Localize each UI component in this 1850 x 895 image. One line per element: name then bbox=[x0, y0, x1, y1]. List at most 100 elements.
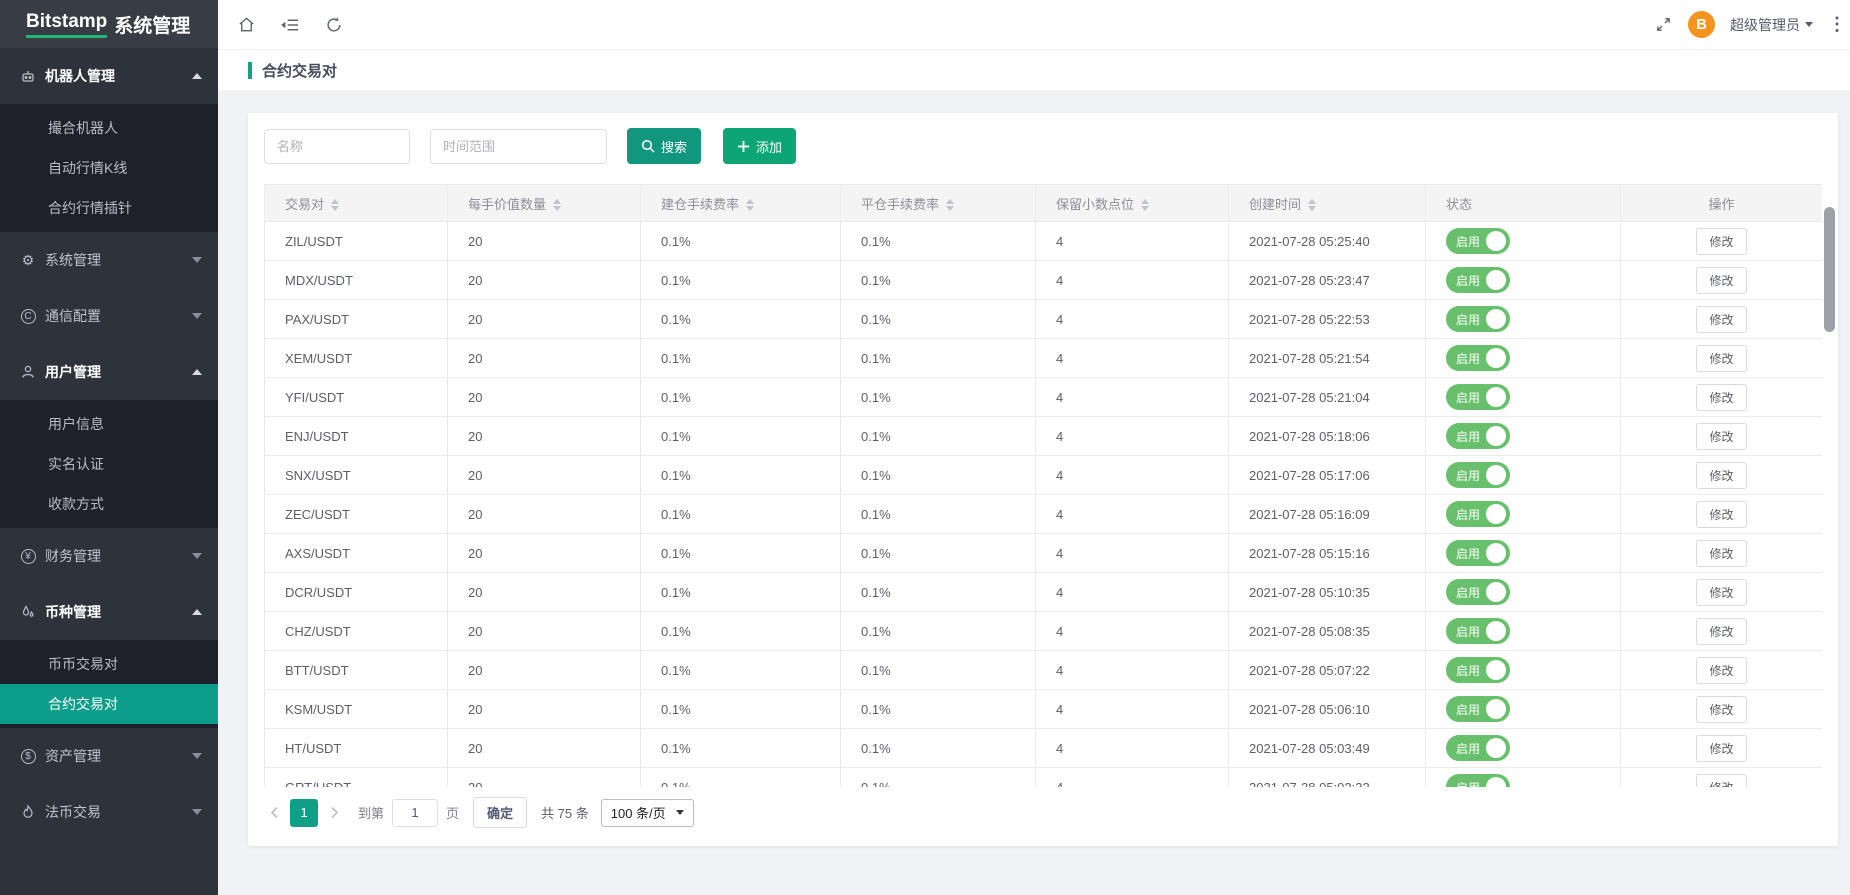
status-toggle[interactable]: 启用 bbox=[1446, 774, 1510, 787]
cell-action: 修改 bbox=[1621, 729, 1823, 768]
sidebar-item-contract-pairs[interactable]: 合约交易对 bbox=[0, 684, 218, 724]
sidebar-item-finance-management[interactable]: ¥ 财务管理 bbox=[0, 528, 218, 584]
sort-icon[interactable] bbox=[1141, 199, 1149, 211]
cell-value: 20 bbox=[448, 261, 641, 300]
cell-pair: PAX/USDT bbox=[265, 300, 448, 339]
status-toggle[interactable]: 启用 bbox=[1446, 423, 1510, 449]
edit-button[interactable]: 修改 bbox=[1696, 228, 1746, 255]
edit-button[interactable]: 修改 bbox=[1696, 501, 1746, 528]
edit-button[interactable]: 修改 bbox=[1696, 462, 1746, 489]
status-toggle[interactable]: 启用 bbox=[1446, 306, 1510, 332]
col-header-open-fee[interactable]: 建仓手续费率 bbox=[641, 185, 841, 222]
status-toggle[interactable]: 启用 bbox=[1446, 228, 1510, 254]
sidebar-item-robot-management[interactable]: 机器人管理 bbox=[0, 48, 218, 104]
sidebar-item-contract-pin[interactable]: 合约行情插针 bbox=[0, 188, 218, 228]
page-number-1[interactable]: 1 bbox=[290, 799, 318, 827]
toggle-knob bbox=[1486, 621, 1506, 641]
edit-button[interactable]: 修改 bbox=[1696, 267, 1746, 294]
sort-icon[interactable] bbox=[331, 199, 339, 211]
home-icon[interactable] bbox=[236, 15, 256, 35]
sidebar-item-user-management[interactable]: 用户管理 bbox=[0, 344, 218, 400]
edit-button[interactable]: 修改 bbox=[1696, 384, 1746, 411]
col-header-pair[interactable]: 交易对 bbox=[265, 185, 448, 222]
status-toggle[interactable]: 启用 bbox=[1446, 735, 1510, 761]
fullscreen-icon[interactable] bbox=[1653, 15, 1673, 35]
status-toggle[interactable]: 启用 bbox=[1446, 345, 1510, 371]
cell-created: 2021-07-28 05:08:35 bbox=[1229, 612, 1426, 651]
user-name: 超级管理员 bbox=[1730, 15, 1800, 35]
submenu-item-label: 自动行情K线 bbox=[48, 158, 127, 178]
goto-page-input[interactable] bbox=[392, 799, 438, 827]
dollar-circle-icon: $ bbox=[20, 748, 36, 764]
edit-button[interactable]: 修改 bbox=[1696, 696, 1746, 723]
sidebar-item-fiat-trading[interactable]: 法币交易 bbox=[0, 784, 218, 840]
cell-decimals: 4 bbox=[1036, 417, 1229, 456]
status-toggle[interactable]: 启用 bbox=[1446, 267, 1510, 293]
sort-icon[interactable] bbox=[553, 199, 561, 211]
prev-page-button[interactable] bbox=[264, 799, 284, 827]
edit-button[interactable]: 修改 bbox=[1696, 774, 1746, 788]
col-header-created[interactable]: 创建时间 bbox=[1229, 185, 1426, 222]
add-button[interactable]: 添加 bbox=[723, 128, 796, 164]
cell-action: 修改 bbox=[1621, 768, 1823, 788]
confirm-button[interactable]: 确定 bbox=[473, 797, 527, 828]
sort-icon[interactable] bbox=[746, 199, 754, 211]
sidebar-item-spot-pairs[interactable]: 币币交易对 bbox=[0, 644, 218, 684]
collapse-menu-icon[interactable] bbox=[280, 15, 300, 35]
bitcoin-icon: B bbox=[1696, 16, 1707, 33]
col-header-value[interactable]: 每手价值数量 bbox=[448, 185, 641, 222]
cell-open-fee: 0.1% bbox=[641, 651, 841, 690]
col-header-close-fee[interactable]: 平仓手续费率 bbox=[841, 185, 1036, 222]
toggle-knob bbox=[1486, 504, 1506, 524]
page-size-select[interactable]: 100 条/页 bbox=[601, 799, 694, 827]
edit-button[interactable]: 修改 bbox=[1696, 618, 1746, 645]
cell-action: 修改 bbox=[1621, 573, 1823, 612]
sidebar-item-kyc[interactable]: 实名认证 bbox=[0, 444, 218, 484]
app-logo: Bitstamp 系统管理 bbox=[0, 0, 218, 48]
name-input[interactable] bbox=[264, 129, 410, 164]
sidebar-item-system-management[interactable]: ⚙ 系统管理 bbox=[0, 232, 218, 288]
cell-status: 启用 bbox=[1426, 534, 1621, 573]
status-toggle[interactable]: 启用 bbox=[1446, 501, 1510, 527]
status-toggle[interactable]: 启用 bbox=[1446, 657, 1510, 683]
cell-open-fee: 0.1% bbox=[641, 261, 841, 300]
submenu-item-label: 撮合机器人 bbox=[48, 118, 118, 138]
goto-label: 到第 bbox=[358, 803, 384, 822]
search-button[interactable]: 搜索 bbox=[627, 128, 701, 164]
sort-icon[interactable] bbox=[1308, 199, 1316, 211]
more-menu-icon[interactable]: ⋮ bbox=[1828, 14, 1846, 35]
sidebar-item-asset-management[interactable]: $ 资产管理 bbox=[0, 728, 218, 784]
sidebar-item-user-info[interactable]: 用户信息 bbox=[0, 404, 218, 444]
edit-button[interactable]: 修改 bbox=[1696, 540, 1746, 567]
sidebar-item-communication-config[interactable]: C 通信配置 bbox=[0, 288, 218, 344]
time-range-input[interactable] bbox=[430, 129, 607, 164]
next-page-button[interactable] bbox=[324, 799, 344, 827]
content: 搜索 添加 bbox=[218, 90, 1850, 895]
status-toggle[interactable]: 启用 bbox=[1446, 384, 1510, 410]
status-toggle[interactable]: 启用 bbox=[1446, 579, 1510, 605]
edit-button[interactable]: 修改 bbox=[1696, 735, 1746, 762]
status-toggle[interactable]: 启用 bbox=[1446, 540, 1510, 566]
table-row: BTT/USDT 20 0.1% 0.1% 4 2021-07-28 05:07… bbox=[265, 651, 1823, 690]
status-toggle[interactable]: 启用 bbox=[1446, 462, 1510, 488]
sidebar-item-matching-robot[interactable]: 撮合机器人 bbox=[0, 108, 218, 148]
status-toggle[interactable]: 启用 bbox=[1446, 618, 1510, 644]
edit-button[interactable]: 修改 bbox=[1696, 423, 1746, 450]
col-header-decimals[interactable]: 保留小数点位 bbox=[1036, 185, 1229, 222]
sort-icon[interactable] bbox=[946, 199, 954, 211]
user-avatar[interactable]: B bbox=[1688, 11, 1715, 38]
chevron-down-icon bbox=[192, 753, 202, 759]
vertical-scrollbar-thumb[interactable] bbox=[1824, 207, 1835, 332]
status-toggle[interactable]: 启用 bbox=[1446, 696, 1510, 722]
sidebar-item-auto-kline[interactable]: 自动行情K线 bbox=[0, 148, 218, 188]
user-menu[interactable]: 超级管理员 bbox=[1730, 15, 1813, 35]
refresh-icon[interactable] bbox=[324, 15, 344, 35]
cell-pair: YFI/USDT bbox=[265, 378, 448, 417]
edit-button[interactable]: 修改 bbox=[1696, 579, 1746, 606]
toggle-knob bbox=[1486, 426, 1506, 446]
edit-button[interactable]: 修改 bbox=[1696, 345, 1746, 372]
sidebar-item-coin-management[interactable]: 币种管理 bbox=[0, 584, 218, 640]
edit-button[interactable]: 修改 bbox=[1696, 306, 1746, 333]
edit-button[interactable]: 修改 bbox=[1696, 657, 1746, 684]
sidebar-item-payment-methods[interactable]: 收款方式 bbox=[0, 484, 218, 524]
